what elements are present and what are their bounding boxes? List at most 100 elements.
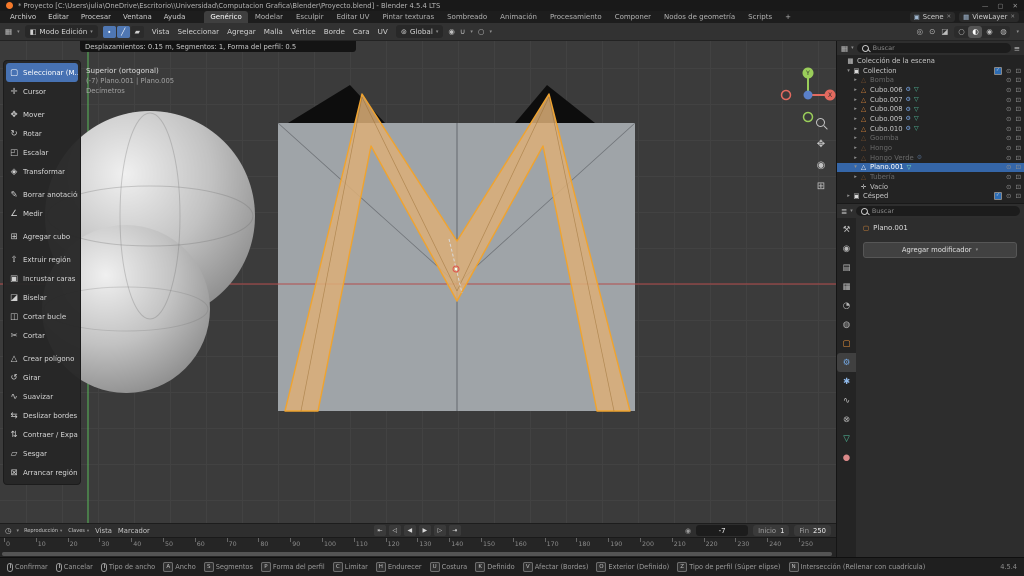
- expand-arrow-icon[interactable]: ▸: [845, 193, 852, 199]
- workspace-tab[interactable]: +: [779, 11, 797, 23]
- viewport-3d[interactable]: Y X Desplazamientos: 0.15 m, Segmentos: …: [0, 41, 836, 523]
- visibility-eye-icon[interactable]: ⊙: [1006, 115, 1012, 123]
- shading-mode-button[interactable]: ◐: [968, 26, 982, 38]
- workspace-tab[interactable]: Componer: [609, 11, 657, 23]
- xray-toggle-icon[interactable]: ◪: [941, 27, 948, 36]
- tool-button[interactable]: ∿ Suavizar: [6, 387, 78, 406]
- chevron-down-icon[interactable]: ▾: [851, 45, 854, 51]
- outliner-row[interactable]: ▸ △ Hongo Verde ⚙ ✓ ⊙ ⊡: [837, 153, 1024, 163]
- zoom-icon[interactable]: [815, 117, 827, 129]
- outliner-editor-icon[interactable]: ▦: [841, 44, 848, 53]
- playback-button[interactable]: ◁: [389, 525, 401, 536]
- proportional-editing-icon[interactable]: ○: [478, 27, 485, 36]
- render-camera-icon[interactable]: ⊡: [1015, 183, 1021, 191]
- editor-type-dropdown-icon[interactable]: ▾: [17, 29, 20, 35]
- workspace-tab[interactable]: Esculpir: [290, 11, 330, 23]
- shading-mode-button[interactable]: ◉: [982, 26, 996, 38]
- pivot-point-icon[interactable]: ◉: [448, 27, 455, 36]
- camera-view-icon[interactable]: ◉: [817, 160, 826, 171]
- expand-arrow-icon[interactable]: ▸: [852, 155, 859, 161]
- pan-hand-icon[interactable]: ✥: [817, 139, 825, 150]
- properties-tab[interactable]: ◍: [837, 315, 856, 334]
- render-camera-icon[interactable]: ⊡: [1015, 105, 1021, 113]
- playback-button[interactable]: ⇥: [449, 525, 461, 536]
- outliner-row[interactable]: ▸ △ Bomba ✓ ⊙ ⊡: [837, 75, 1024, 85]
- properties-tab[interactable]: ◉: [837, 239, 856, 258]
- expand-arrow-icon[interactable]: ▸: [852, 106, 859, 112]
- remove-viewlayer-icon[interactable]: ✕: [1010, 14, 1015, 20]
- workspace-tab[interactable]: Editar UV: [331, 11, 376, 23]
- render-camera-icon[interactable]: ⊡: [1015, 96, 1021, 104]
- viewport-menu-item[interactable]: Agregar: [224, 27, 259, 36]
- tool-button[interactable]: ✥ Mover: [6, 105, 78, 124]
- expand-arrow-icon[interactable]: ▸: [852, 174, 859, 180]
- outliner-row[interactable]: ▸ △ Hongo ✓ ⊙ ⊡: [837, 143, 1024, 153]
- visibility-eye-icon[interactable]: ⊙: [1006, 96, 1012, 104]
- workspace-tab[interactable]: Procesamiento: [544, 11, 608, 23]
- current-frame-field[interactable]: -7: [696, 525, 748, 536]
- render-camera-icon[interactable]: ⊡: [1015, 86, 1021, 94]
- timeline-scrollbar[interactable]: [2, 552, 832, 556]
- show-overlays-icon[interactable]: ⊙: [929, 27, 935, 36]
- expand-arrow-icon[interactable]: ▸: [852, 126, 859, 132]
- frame-end-field[interactable]: Fin 250: [794, 525, 831, 536]
- workspace-tab[interactable]: Genérico: [204, 11, 247, 23]
- select-mode-button[interactable]: ∙: [103, 26, 116, 38]
- editor-type-icon[interactable]: ▦: [5, 27, 12, 36]
- visibility-eye-icon[interactable]: ⊙: [1006, 154, 1012, 162]
- outliner-row[interactable]: ▸ △ Goomba ✓ ⊙ ⊡: [837, 134, 1024, 144]
- snap-dropdown-icon[interactable]: ▾: [470, 29, 473, 35]
- scene-selector[interactable]: ▣ Scene ✕: [910, 12, 956, 22]
- auto-keying-icon[interactable]: ◉: [685, 527, 691, 535]
- expand-arrow-icon[interactable]: ▸: [852, 145, 859, 151]
- expand-arrow-icon[interactable]: ▾: [852, 164, 859, 170]
- shading-mode-button[interactable]: ○: [954, 26, 968, 38]
- render-camera-icon[interactable]: ⊡: [1015, 154, 1021, 162]
- visibility-eye-icon[interactable]: ⊙: [1006, 144, 1012, 152]
- tool-button[interactable]: ⊞ Agregar cubo: [6, 227, 78, 246]
- viewlayer-selector[interactable]: ▦ ViewLayer ✕: [959, 12, 1019, 22]
- properties-tab[interactable]: ∿: [837, 391, 856, 410]
- properties-tab[interactable]: ▽: [837, 429, 856, 448]
- outliner-row[interactable]: ▸ ▣ Césped ✓ ⊙ ⊡: [837, 192, 1024, 202]
- show-gizmos-icon[interactable]: ◎: [917, 27, 924, 36]
- workspace-tab[interactable]: Nodos de geometría: [658, 11, 741, 23]
- workspace-tab[interactable]: Pintar texturas: [376, 11, 440, 23]
- visibility-eye-icon[interactable]: ⊙: [1006, 105, 1012, 113]
- frame-start-field[interactable]: Inicio 1: [753, 525, 789, 536]
- expand-arrow-icon[interactable]: ▸: [852, 87, 859, 93]
- render-camera-icon[interactable]: ⊡: [1015, 134, 1021, 142]
- workspace-tab[interactable]: Scripts: [742, 11, 778, 23]
- render-camera-icon[interactable]: ⊡: [1015, 76, 1021, 84]
- tool-button[interactable]: ◪ Biselar: [6, 288, 78, 307]
- orientation-dropdown[interactable]: ⊚ Global ▾: [396, 25, 443, 38]
- expand-arrow-icon[interactable]: ▸: [852, 135, 859, 141]
- visibility-eye-icon[interactable]: ⊙: [1006, 192, 1012, 200]
- render-camera-icon[interactable]: ⊡: [1015, 163, 1021, 171]
- viewport-menu-item[interactable]: Malla: [261, 27, 286, 36]
- render-camera-icon[interactable]: ⊡: [1015, 125, 1021, 133]
- viewport-menu-item[interactable]: UV: [375, 27, 391, 36]
- menubar-item[interactable]: Ayuda: [159, 11, 191, 23]
- expand-arrow-icon[interactable]: ▸: [852, 116, 859, 122]
- playback-button[interactable]: ◀: [404, 525, 416, 536]
- outliner-row[interactable]: ▸ △ Cubo.006 ⚙ ▽ ✓ ⊙ ⊡: [837, 85, 1024, 95]
- unlink-scene-icon[interactable]: ✕: [947, 14, 952, 20]
- render-camera-icon[interactable]: ⊡: [1015, 67, 1021, 75]
- select-mode-button[interactable]: ▰: [131, 26, 144, 38]
- timeline-menu-item[interactable]: Reproducción: [24, 528, 62, 534]
- properties-tab[interactable]: ⚙: [837, 353, 856, 372]
- visibility-eye-icon[interactable]: ⊙: [1006, 86, 1012, 94]
- outliner-row[interactable]: ▸ △ Cubo.008 ⚙ ▽ ✓ ⊙ ⊡: [837, 104, 1024, 114]
- navigation-gizmo[interactable]: Y X: [782, 68, 836, 122]
- timeline-ruler[interactable]: 0102030405060708090100110120130140150160…: [0, 537, 836, 558]
- workspace-tab[interactable]: Animación: [494, 11, 543, 23]
- properties-tab[interactable]: ⊗: [837, 410, 856, 429]
- chevron-down-icon[interactable]: ▾: [850, 208, 853, 214]
- properties-tab[interactable]: ⚒: [837, 220, 856, 239]
- tool-button[interactable]: ∠ Medir: [6, 204, 78, 223]
- outliner-row[interactable]: ▸ △ Cubo.010 ⚙ ▽ ✓ ⊙ ⊡: [837, 124, 1024, 134]
- outliner-row[interactable]: ▸ △ Tubería ✓ ⊙ ⊡: [837, 172, 1024, 182]
- timeline-editor-icon[interactable]: ◷: [5, 526, 12, 535]
- toggle-ortho-icon[interactable]: ⊞: [817, 181, 825, 192]
